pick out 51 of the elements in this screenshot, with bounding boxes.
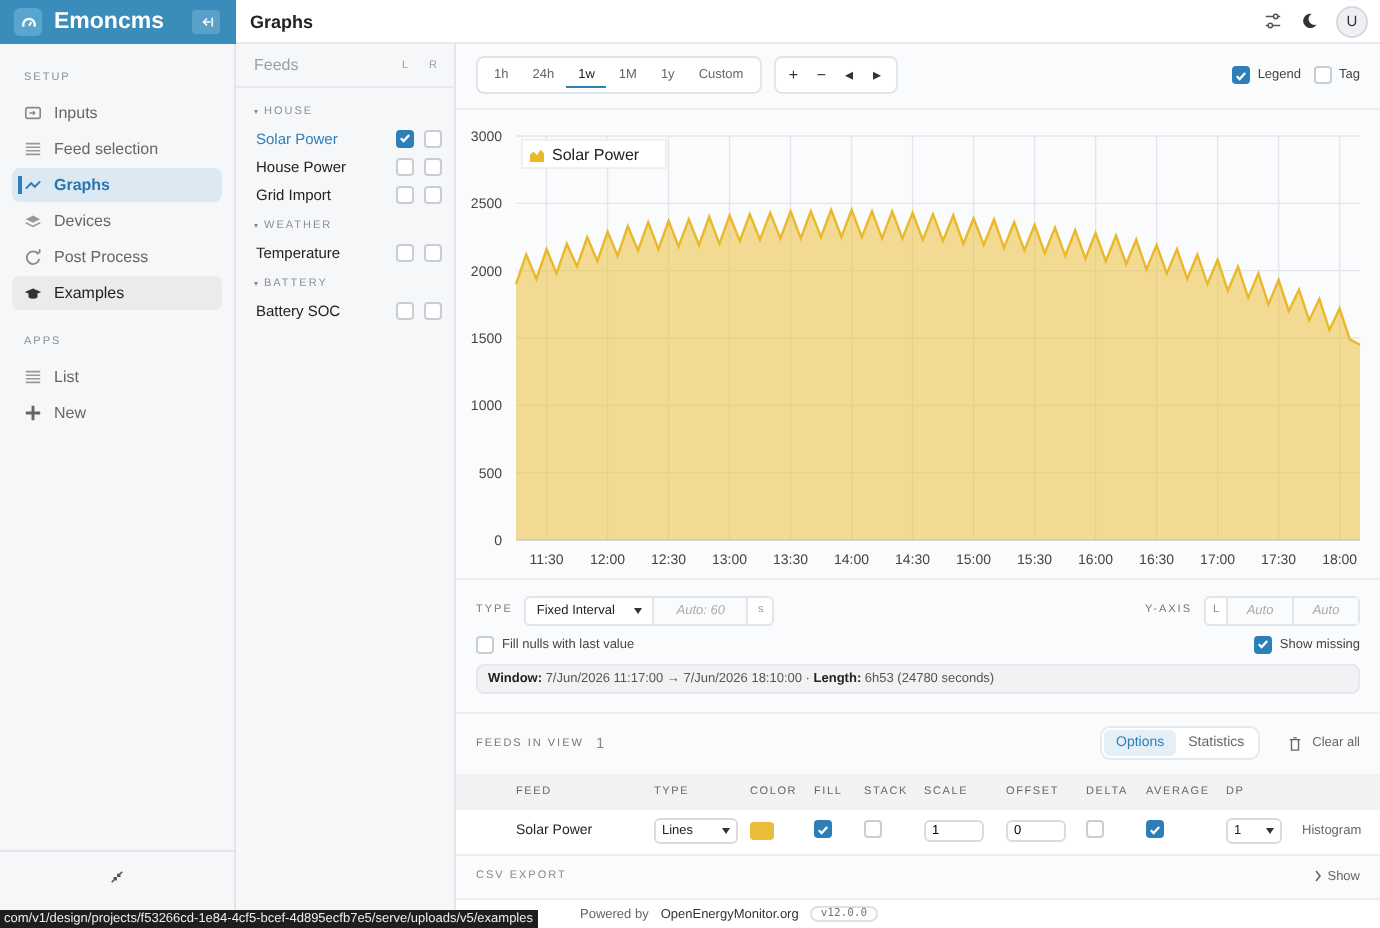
nav-item[interactable]: Graphs <box>12 168 222 202</box>
nav-item[interactable]: Inputs <box>12 96 222 130</box>
average-checkbox[interactable] <box>1146 820 1164 839</box>
refresh-icon <box>24 248 42 266</box>
nav-button[interactable]: ▸ <box>863 62 892 89</box>
layers-icon <box>24 212 42 230</box>
list-icon <box>24 140 42 158</box>
nav-item[interactable]: Examples <box>12 276 222 310</box>
chevron-right-icon[interactable] <box>1313 870 1322 883</box>
collapse-icon[interactable] <box>110 869 124 883</box>
left-axis-checkbox[interactable] <box>396 185 414 203</box>
nav-item[interactable]: List <box>12 360 222 394</box>
area-chart-icon <box>530 148 544 162</box>
nav-item[interactable]: Post Process <box>12 240 222 274</box>
legend-label: Solar Power <box>552 145 640 164</box>
input-icon <box>24 104 42 122</box>
left-axis-checkbox[interactable] <box>396 301 414 319</box>
color-swatch[interactable] <box>750 822 774 841</box>
right-axis-checkbox[interactable] <box>424 243 442 261</box>
app-title: Emoncms <box>54 10 166 34</box>
legend-checkbox[interactable] <box>1231 66 1250 85</box>
nav-item[interactable]: New <box>12 396 222 430</box>
left-axis-checkbox[interactable] <box>396 129 414 147</box>
fill-nulls-checkbox[interactable] <box>476 635 494 654</box>
nav-item[interactable]: Feed selection <box>12 132 222 166</box>
nav-button[interactable]: + <box>779 62 808 89</box>
right-axis-checkbox[interactable] <box>424 157 442 175</box>
logo-icon <box>14 8 42 36</box>
show-missing-checkbox[interactable] <box>1253 635 1272 654</box>
delta-checkbox[interactable] <box>1086 820 1104 839</box>
fill-checkbox[interactable] <box>814 820 832 839</box>
right-axis-checkbox[interactable] <box>424 129 442 147</box>
nav-button[interactable]: − <box>807 62 836 89</box>
panel-title: Feeds <box>254 56 301 74</box>
sliders-icon[interactable] <box>1264 12 1282 30</box>
right-axis-checkbox[interactable] <box>424 185 442 203</box>
left-axis-checkbox[interactable] <box>396 243 414 261</box>
nav-button[interactable]: ◂ <box>835 62 864 89</box>
page-title: Graphs <box>250 11 316 31</box>
plus-icon <box>24 404 42 422</box>
left-axis-checkbox[interactable] <box>396 157 414 175</box>
chart-line-icon <box>24 176 42 194</box>
right-axis-checkbox[interactable] <box>424 301 442 319</box>
nav-item[interactable]: Devices <box>12 204 222 238</box>
stack-checkbox[interactable] <box>864 820 882 839</box>
graduation-cap-icon <box>24 284 42 302</box>
tag-checkbox[interactable] <box>1313 66 1332 85</box>
collapse-sidebar-button[interactable] <box>192 10 220 34</box>
list-icon <box>24 368 42 386</box>
moon-icon[interactable] <box>1300 12 1318 30</box>
trash-icon[interactable] <box>1288 735 1303 752</box>
